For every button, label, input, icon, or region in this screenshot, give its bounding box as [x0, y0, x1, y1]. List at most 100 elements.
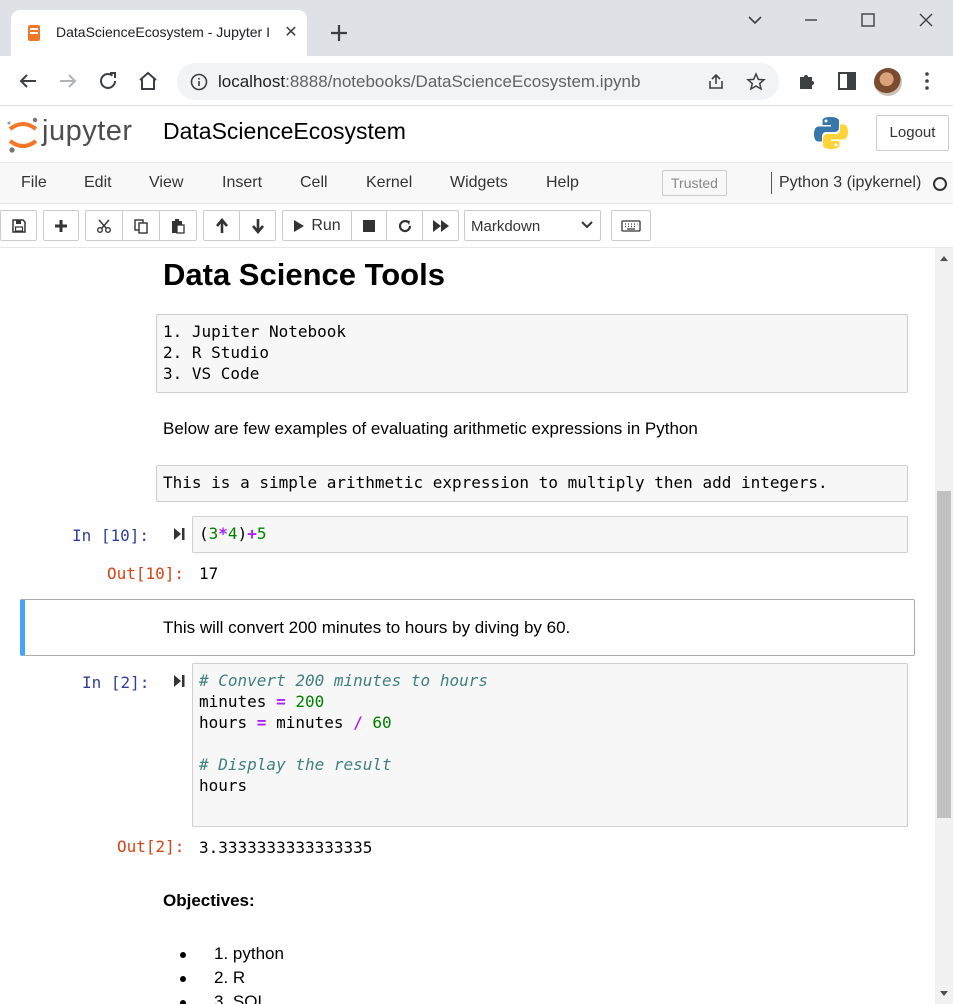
profile-avatar[interactable] [874, 68, 902, 96]
arith-note-block: This is a simple arithmetic expression t… [156, 465, 908, 502]
stop-icon [363, 219, 375, 232]
tab-search-chevron-icon[interactable] [740, 7, 770, 33]
run-cell-icon[interactable] [173, 673, 185, 689]
menu-help[interactable]: Help [546, 174, 579, 192]
cell-type-select[interactable]: Markdown [464, 210, 601, 241]
forward-arrow-icon[interactable] [56, 69, 80, 93]
move-down-button[interactable] [240, 211, 275, 240]
list-item-label: 3. SQL [214, 992, 267, 1004]
tools-list-item: 2. R Studio [163, 343, 269, 362]
restart-icon [398, 219, 411, 232]
convert-note-text: This will convert 200 minutes to hours b… [163, 618, 571, 637]
toolbar-group-run: Run [282, 210, 459, 241]
home-icon[interactable] [136, 69, 160, 93]
bullet-icon [180, 976, 186, 982]
in-prompt: In [10]: [72, 526, 150, 545]
tools-list-block: 1. Jupiter Notebook 2. R Studio 3. VS Code [156, 314, 908, 393]
tools-list-item: 1. Jupiter Notebook [163, 322, 347, 341]
out-prompt: Out[2]: [117, 837, 185, 856]
address-bar[interactable]: localhost:8888/notebooks/DataScienceEcos… [177, 63, 779, 100]
menu-insert[interactable]: Insert [222, 174, 262, 192]
url-path: :8888/notebooks/DataScienceEcosystem.ipy… [285, 72, 641, 91]
jupyter-logo-text[interactable]: jupyter [42, 115, 133, 148]
site-info-icon[interactable] [190, 73, 208, 91]
kernel-idle-indicator-icon [933, 177, 947, 191]
move-up-button[interactable] [204, 211, 240, 240]
browser-toolbar: localhost:8888/notebooks/DataScienceEcos… [0, 56, 953, 106]
new-tab-icon[interactable] [325, 19, 353, 47]
cut-button[interactable] [86, 211, 123, 240]
toolbar-group-keyboard [611, 210, 651, 241]
insert-cell-button[interactable] [44, 211, 78, 240]
minimize-icon[interactable] [796, 7, 826, 33]
restart-run-all-button[interactable] [423, 211, 458, 240]
save-button[interactable] [1, 211, 36, 240]
run-cell-icon[interactable] [173, 526, 185, 542]
copy-button[interactable] [123, 211, 160, 240]
list-item-label: 1. python [214, 944, 284, 963]
save-icon [11, 218, 26, 233]
tools-list-item: 3. VS Code [163, 364, 260, 383]
cell-output: 17 [199, 564, 219, 583]
jupyter-logo-icon[interactable] [6, 116, 40, 154]
kernel-name[interactable]: Python 3 (ipykernel) [779, 174, 921, 192]
menu-file[interactable]: File [21, 174, 47, 192]
cell-type-value: Markdown [471, 218, 541, 235]
extensions-puzzle-icon[interactable] [795, 69, 819, 93]
browser-tab[interactable]: DataScienceEcosystem - Jupyter I ✕ [11, 10, 307, 56]
notebook-menubar: File Edit View Insert Cell Kernel Widget… [0, 163, 953, 204]
notebook-container[interactable]: Data Science Tools 1. Jupiter Notebook 2.… [0, 248, 935, 1004]
list-item-label: 2. R [214, 968, 246, 987]
reload-icon[interactable] [96, 69, 120, 93]
bullet-icon [180, 1000, 186, 1004]
tab-close-icon[interactable]: ✕ [281, 23, 301, 43]
menu-cell[interactable]: Cell [300, 174, 328, 192]
scroll-down-arrow-icon[interactable] [939, 990, 949, 998]
run-button[interactable]: Run [283, 211, 352, 240]
command-palette-button[interactable] [612, 211, 650, 240]
fast-forward-icon [432, 219, 449, 232]
interrupt-button[interactable] [352, 211, 387, 240]
scissors-icon [97, 219, 111, 233]
menu-edit[interactable]: Edit [84, 174, 112, 192]
trusted-indicator[interactable]: Trusted [662, 170, 727, 196]
menu-widgets[interactable]: Widgets [450, 174, 508, 192]
maximize-icon[interactable] [853, 7, 883, 33]
examples-intro-text: Below are few examples of evaluating ari… [163, 419, 698, 438]
code-comment: # Display the result [199, 755, 392, 774]
code-cell-input[interactable]: (3*4)+5 [192, 516, 908, 553]
paste-button[interactable] [160, 211, 196, 240]
selected-markdown-cell[interactable]: This will convert 200 minutes to hours b… [20, 599, 915, 656]
tab-title: DataScienceEcosystem - Jupyter I [56, 24, 270, 40]
out-prompt: Out[10]: [107, 564, 185, 583]
python-logo-icon [814, 117, 848, 149]
in-prompt: In [2]: [82, 673, 150, 692]
scroll-up-arrow-icon[interactable] [939, 254, 949, 262]
browser-menu-icon[interactable] [915, 69, 939, 93]
chevron-down-icon [581, 221, 593, 229]
toolbar-group-save [0, 210, 37, 241]
code-cell-input[interactable]: # Convert 200 minutes to hours minutes =… [192, 663, 908, 827]
notebook-scrollbar[interactable] [935, 248, 953, 1004]
side-panel-icon[interactable] [835, 69, 859, 93]
logout-button[interactable]: Logout [876, 115, 949, 151]
keyboard-icon [621, 219, 641, 232]
notebook-name[interactable]: DataScienceEcosystem [163, 118, 406, 145]
arith-note-text: This is a simple arithmetic expression t… [163, 473, 828, 492]
run-label: Run [311, 216, 341, 234]
close-window-icon[interactable] [911, 7, 941, 33]
kernel-separator [771, 172, 772, 194]
browser-tab-strip: DataScienceEcosystem - Jupyter I ✕ [0, 0, 953, 56]
toolbar-group-insert [43, 210, 79, 241]
share-icon[interactable] [706, 72, 726, 92]
markdown-heading: Data Science Tools [163, 257, 445, 292]
scrollbar-thumb[interactable] [937, 491, 951, 818]
menu-view[interactable]: View [149, 174, 183, 192]
arrow-up-icon [215, 217, 228, 233]
restart-button[interactable] [387, 211, 423, 240]
plus-icon [55, 219, 67, 232]
bookmark-star-icon[interactable] [746, 72, 766, 92]
back-arrow-icon[interactable] [16, 69, 40, 93]
objectives-label: Objectives: [163, 891, 255, 910]
menu-kernel[interactable]: Kernel [366, 174, 412, 192]
